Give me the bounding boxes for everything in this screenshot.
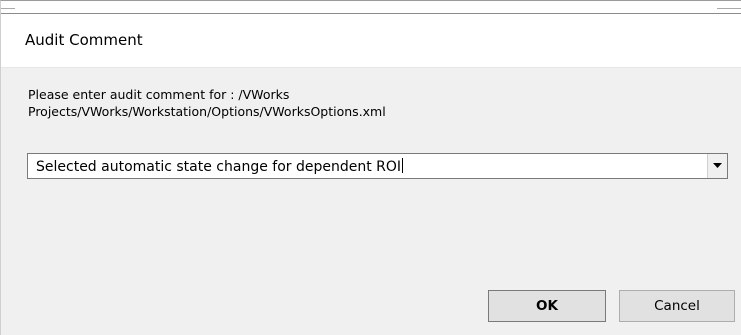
chevron-down-icon — [713, 163, 722, 168]
audit-comment-combobox[interactable]: Selected automatic state change for depe… — [27, 153, 728, 179]
prompt-line-1: Please enter audit comment for : /VWorks — [28, 87, 290, 102]
dialog-title: Audit Comment — [25, 31, 143, 49]
comment-value: Selected automatic state change for depe… — [36, 159, 402, 175]
prompt-text: Please enter audit comment for : /VWorks… — [28, 86, 588, 120]
cancel-button[interactable]: Cancel — [619, 290, 735, 322]
window-top-strip — [1, 1, 741, 13]
comment-input[interactable]: Selected automatic state change for depe… — [36, 158, 404, 175]
audit-comment-dialog: Audit Comment Please enter audit comment… — [0, 0, 741, 335]
ok-button[interactable]: OK — [488, 290, 606, 322]
prompt-line-2: Projects/VWorks/Workstation/Options/VWor… — [28, 104, 386, 119]
title-bar: Audit Comment — [1, 13, 741, 68]
text-caret — [402, 158, 404, 173]
dropdown-button[interactable] — [707, 154, 727, 178]
